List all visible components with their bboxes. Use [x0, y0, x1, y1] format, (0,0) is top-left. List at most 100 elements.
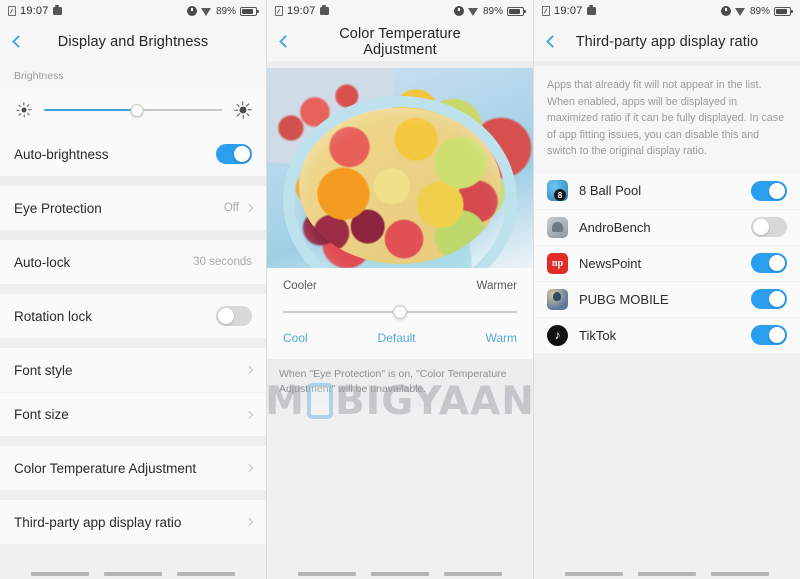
auto-brightness-toggle[interactable] [216, 144, 252, 164]
empty-area [267, 407, 533, 579]
app-name-label: PUBG MOBILE [579, 291, 669, 307]
status-bar-right: 89% [186, 5, 259, 17]
status-bar-right: 89% [453, 6, 526, 17]
slider-handle[interactable] [130, 103, 144, 117]
battery-percent-label: 89% [749, 5, 770, 17]
brightness-section-label: Brightness [0, 61, 266, 88]
section-divider [0, 490, 266, 500]
alarm-icon [186, 6, 197, 16]
nav-pill-home[interactable] [103, 572, 162, 576]
brightness-slider-row[interactable] [0, 88, 266, 132]
camera-icon [586, 5, 596, 15]
title-bar: Third-party app display ratio [534, 22, 800, 61]
battery-percent-label: 89% [215, 5, 236, 17]
app-ratio-toggle[interactable] [751, 253, 787, 274]
battery-icon [507, 6, 526, 16]
warmer-label: Warmer [476, 280, 517, 292]
status-bar-left: 19:07 [542, 5, 596, 17]
app-name-label: AndroBench [579, 219, 651, 235]
page-title: Color Temperature Adjustment [339, 25, 461, 58]
settings-row-auto-brightness[interactable]: Auto-brightness [0, 132, 266, 176]
section-divider [0, 436, 266, 446]
settings-row-font-size[interactable]: Font size [0, 392, 266, 436]
nav-pill-back[interactable] [443, 572, 502, 576]
settings-row-label: Auto-brightness [14, 146, 109, 162]
settings-row-label: Rotation lock [14, 308, 93, 324]
nav-pill-back[interactable] [176, 572, 235, 576]
chevron-right-icon [244, 463, 254, 473]
settings-row-third-party-ratio[interactable]: Third-party app display ratio [0, 500, 266, 544]
preset-cool[interactable]: Cool [283, 331, 308, 345]
navigation-bar[interactable] [0, 557, 266, 579]
list-item[interactable]: 8 Ball Pool [534, 172, 800, 209]
nav-pill-home[interactable] [637, 572, 696, 576]
back-button[interactable] [267, 22, 301, 61]
app-name-label: NewsPoint [579, 255, 642, 271]
nav-pill-recents[interactable] [565, 572, 624, 576]
slider-handle[interactable] [393, 305, 407, 319]
chevron-right-icon [244, 203, 254, 213]
back-button[interactable] [0, 22, 34, 61]
preset-warm[interactable]: Warm [485, 331, 517, 345]
nav-pill-back[interactable] [710, 572, 769, 576]
status-bar-left: 19:07 [8, 5, 62, 17]
nav-pill-recents[interactable] [31, 572, 90, 576]
status-bar-time: 19:07 [287, 5, 316, 17]
settings-row-auto-lock[interactable]: Auto-lock 30 seconds [0, 240, 266, 284]
sim-card-icon [8, 6, 16, 16]
preset-default[interactable]: Default [378, 331, 416, 345]
app-ratio-toggle[interactable] [751, 289, 787, 310]
slider-endpoint-labels: Cooler Warmer [283, 280, 517, 292]
settings-row-rotation-lock[interactable]: Rotation lock [0, 294, 266, 338]
feature-description: Apps that already fit will not appear in… [534, 66, 800, 173]
color-temperature-note: When "Eye Protection" is on, "Color Temp… [267, 359, 533, 408]
nav-pill-home[interactable] [370, 572, 429, 576]
panel-third-party-app-display-ratio: 19:07 89% Third-party app display ratio … [534, 0, 800, 579]
section-divider [0, 230, 266, 240]
color-temperature-slider[interactable] [283, 302, 517, 322]
list-item[interactable]: ♪ TikTok [534, 316, 800, 353]
wifi-icon [467, 7, 479, 16]
settings-row-label: Third-party app display ratio [14, 514, 182, 530]
status-bar: 19:07 89% [534, 0, 800, 22]
section-divider [267, 61, 533, 68]
three-panel-screenshot: 19:07 89% Display and Brightness Brightn… [0, 0, 800, 579]
chevron-right-icon [244, 517, 254, 527]
androbench-app-icon [547, 216, 568, 238]
list-item[interactable]: PUBG MOBILE [534, 280, 800, 317]
navigation-bar[interactable] [534, 557, 800, 579]
list-item[interactable]: np NewsPoint [534, 244, 800, 281]
list-item[interactable]: AndroBench [534, 208, 800, 245]
alarm-icon [453, 6, 464, 16]
rotation-lock-toggle[interactable] [216, 306, 252, 326]
section-divider [0, 338, 266, 348]
back-button[interactable] [534, 22, 568, 61]
page-title: Third-party app display ratio [575, 33, 759, 50]
cooler-label: Cooler [283, 280, 317, 292]
chevron-left-icon [546, 35, 559, 48]
app-ratio-toggle[interactable] [751, 180, 787, 201]
settings-row-eye-protection[interactable]: Eye Protection Off [0, 186, 266, 230]
app-name-label: TikTok [579, 327, 617, 343]
settings-row-label: Color Temperature Adjustment [14, 460, 197, 476]
settings-row-label: Font style [14, 362, 73, 378]
app-ratio-toggle[interactable] [751, 217, 787, 238]
wifi-icon [200, 7, 212, 16]
settings-row-font-style[interactable]: Font style [0, 348, 266, 392]
nav-pill-recents[interactable] [298, 572, 357, 576]
color-preview-image [267, 68, 533, 268]
8-ball-pool-app-icon [547, 180, 568, 202]
app-list: 8 Ball Pool AndroBench np NewsPoint PUBG… [534, 172, 800, 353]
section-divider [0, 176, 266, 186]
battery-icon [240, 6, 259, 16]
empty-area [534, 352, 800, 579]
app-ratio-toggle[interactable] [751, 325, 787, 346]
app-name-label: 8 Ball Pool [579, 183, 642, 199]
eye-protection-value: Off [223, 202, 239, 214]
settings-row-label: Auto-lock [14, 254, 71, 270]
brightness-slider[interactable] [44, 103, 222, 117]
settings-row-color-temperature[interactable]: Color Temperature Adjustment [0, 446, 266, 490]
camera-icon [52, 5, 62, 15]
navigation-bar[interactable] [267, 557, 533, 579]
panel-color-temperature-adjustment: 19:07 89% Color Temperature Adjustment C… [267, 0, 534, 579]
